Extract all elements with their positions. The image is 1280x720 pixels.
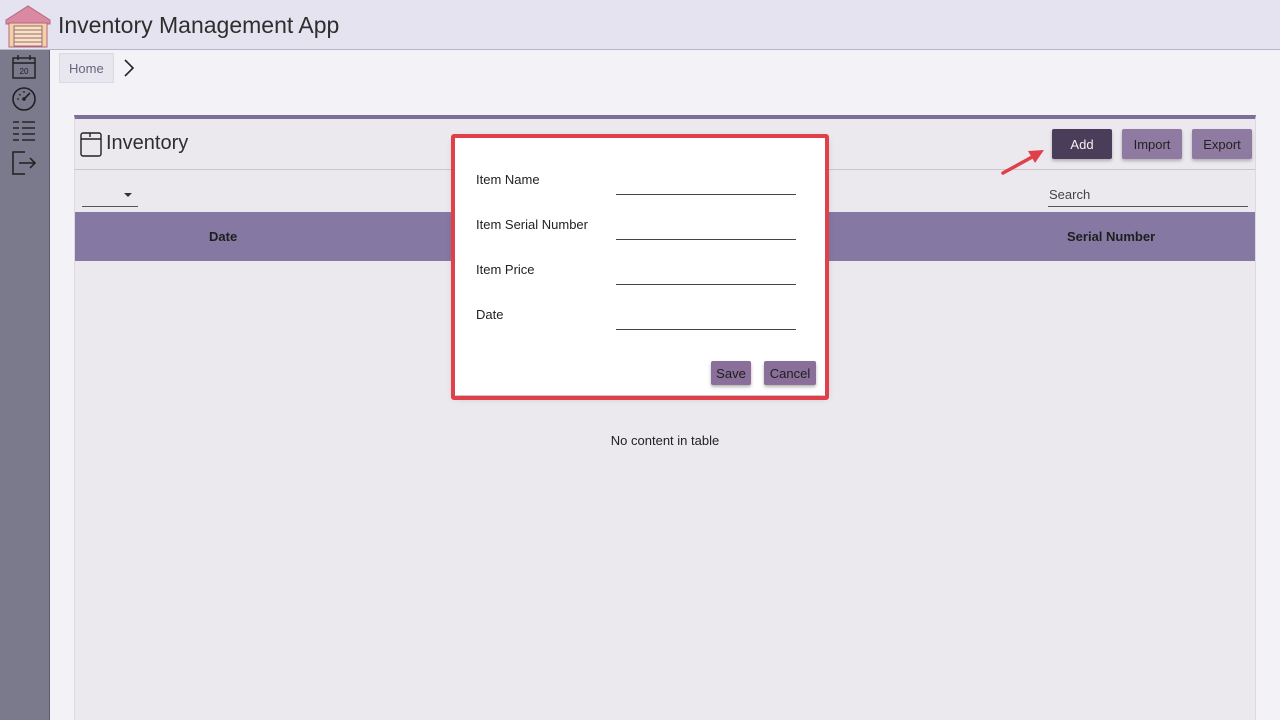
sidebar: 20: [0, 50, 50, 720]
search-input[interactable]: [1048, 183, 1248, 207]
item-name-label: Item Name: [476, 172, 540, 187]
warehouse-icon: [5, 5, 51, 48]
date-label: Date: [476, 307, 504, 322]
list-icon[interactable]: [11, 118, 37, 144]
date-field[interactable]: [616, 308, 796, 330]
app-header: Inventory Management App: [0, 0, 1280, 50]
add-item-dialog: Item Name Item Serial Number Item Price …: [455, 138, 826, 395]
save-button[interactable]: Save: [711, 361, 751, 385]
breadcrumb: Home: [59, 53, 138, 83]
annotation-arrow-icon: [1001, 150, 1044, 175]
cancel-button[interactable]: Cancel: [764, 361, 816, 385]
calendar-day: 20: [20, 67, 29, 76]
page-title: Inventory: [106, 132, 189, 154]
import-button[interactable]: Import: [1122, 129, 1182, 159]
item-serial-number-label: Item Serial Number: [476, 217, 588, 232]
logout-icon[interactable]: [11, 150, 37, 176]
chevron-down-icon: [124, 193, 132, 197]
filter-dropdown[interactable]: [82, 185, 138, 207]
item-name-field[interactable]: [616, 173, 796, 195]
item-price-field[interactable]: [616, 263, 796, 285]
chevron-right-icon: [124, 59, 134, 77]
column-header-date[interactable]: Date: [209, 229, 237, 244]
calendar-icon[interactable]: 20: [11, 54, 37, 80]
export-button[interactable]: Export: [1192, 129, 1252, 159]
app-title: Inventory Management App: [58, 12, 340, 38]
empty-table-message: No content in table: [610, 433, 720, 448]
add-button[interactable]: Add: [1052, 129, 1112, 159]
item-price-label: Item Price: [476, 262, 535, 277]
breadcrumb-home[interactable]: Home: [59, 53, 114, 83]
dashboard-gauge-icon[interactable]: [11, 86, 37, 112]
item-serial-number-field[interactable]: [616, 218, 796, 240]
box-icon: [80, 132, 102, 157]
column-header-serial-number[interactable]: Serial Number: [1067, 229, 1155, 244]
